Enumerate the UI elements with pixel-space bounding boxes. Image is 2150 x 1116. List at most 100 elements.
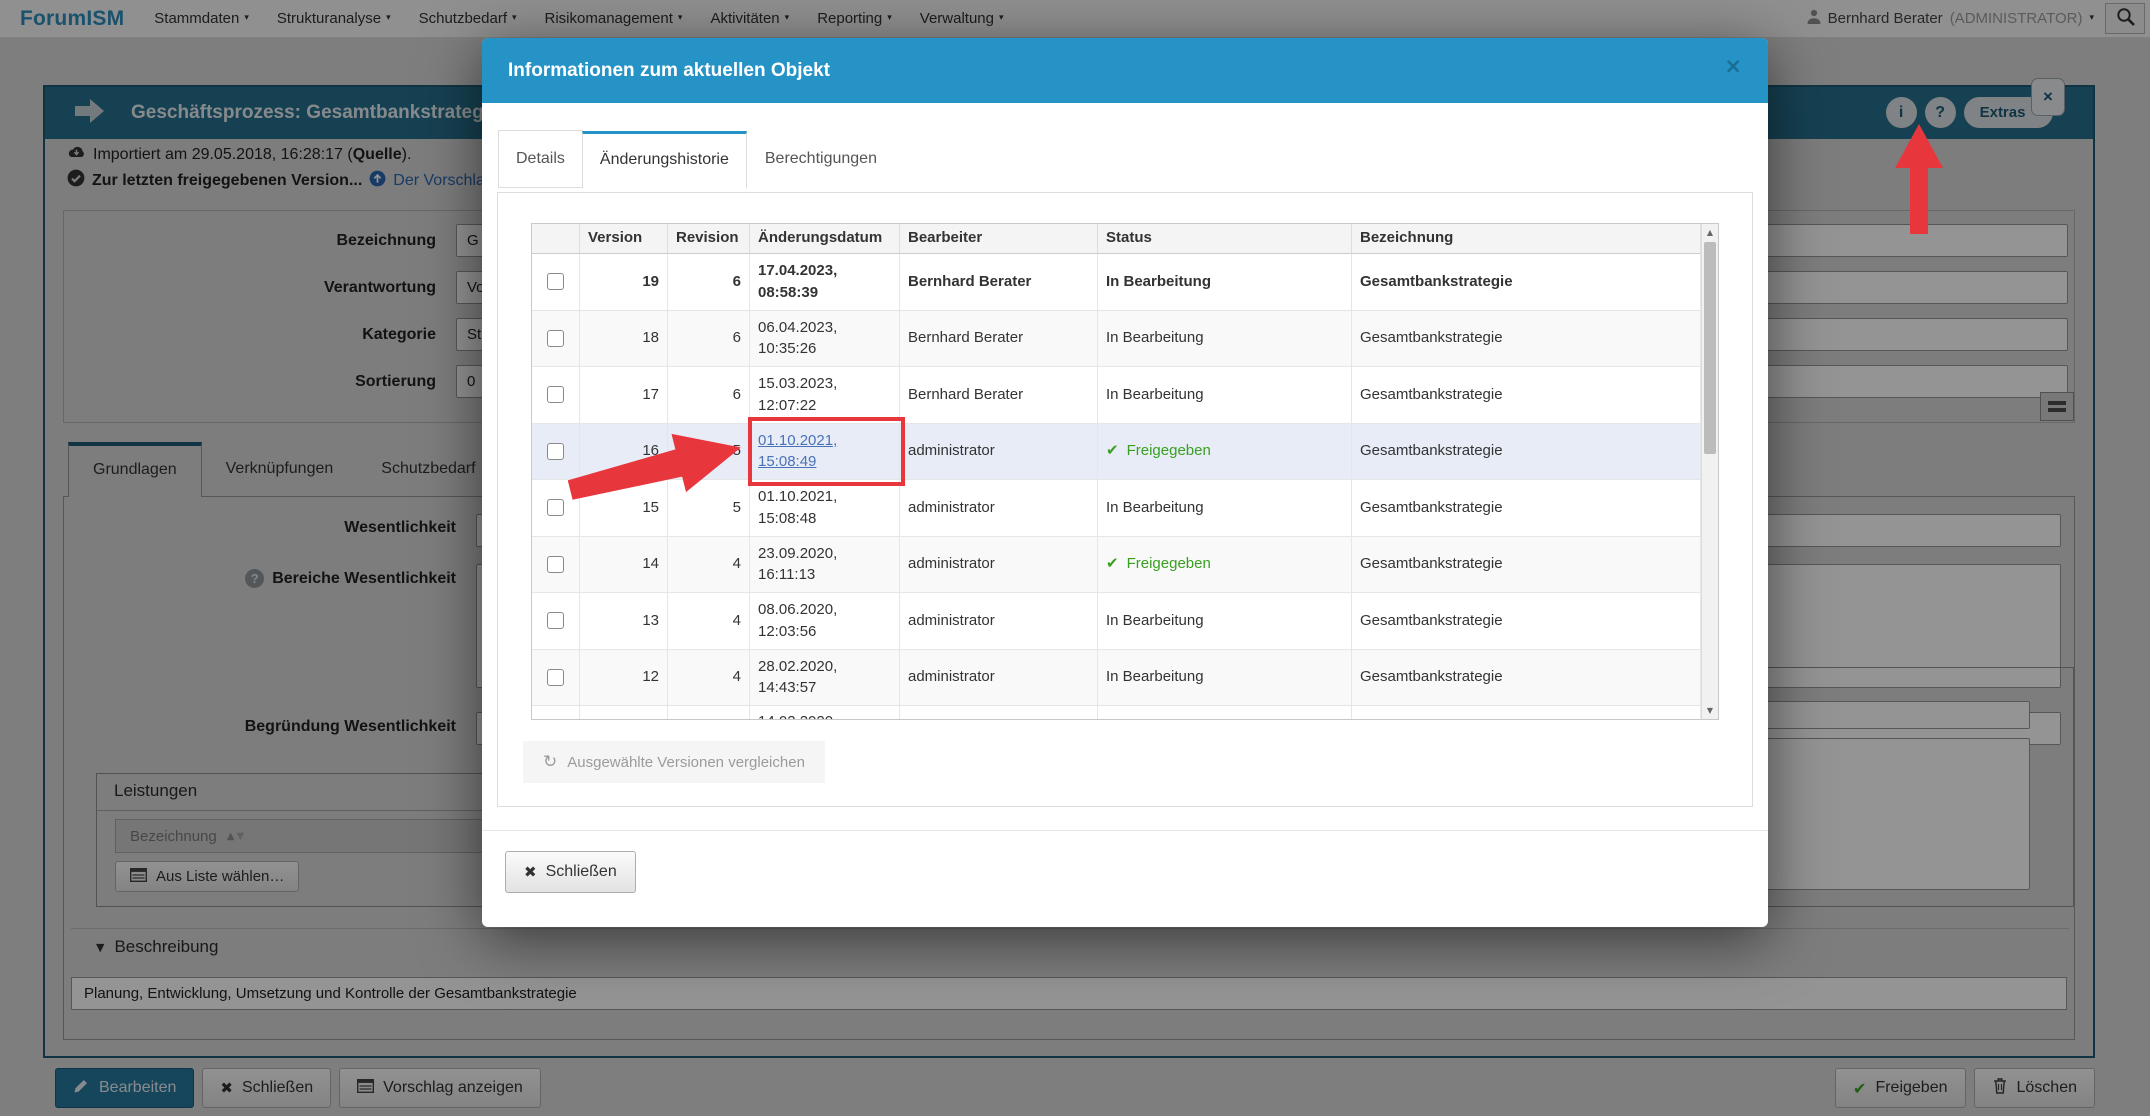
cell-version: 12 bbox=[580, 649, 668, 706]
row-checkbox[interactable] bbox=[547, 499, 564, 517]
cell-name: Gesamtbankstrategie bbox=[1352, 536, 1701, 593]
cell-name: Gesamtbankstrategie bbox=[1352, 310, 1701, 367]
modal-title: Informationen zum aktuellen Objekt bbox=[508, 59, 830, 81]
table-scrollbar[interactable]: ▲ ▼ bbox=[1701, 224, 1718, 719]
cell-name: Gesamtbankstrategie bbox=[1352, 480, 1701, 537]
cell-name: Gesamtbankstrategie bbox=[1352, 367, 1701, 424]
status-text: In Bearbeitung bbox=[1106, 668, 1204, 686]
table-row: 16 5 01.10.2021, 15:08:49 administrator … bbox=[532, 416, 1701, 486]
cell-date: 01.10.2021, 15:08:49 bbox=[748, 416, 905, 486]
history-table: Version Revision Änderungsdatum Bearbeiter S… bbox=[531, 223, 1719, 720]
column-header[interactable]: Bezeichnung bbox=[1352, 224, 1701, 254]
application-screen: ForumISM Stammdaten ▾ Strukturanalyse ▾ … bbox=[0, 0, 2150, 1116]
column-header[interactable]: Bearbeiter bbox=[900, 224, 1098, 254]
modal-close-button[interactable]: ✖ Schließen bbox=[505, 851, 636, 893]
cell-status: In Bearbeitung bbox=[1098, 480, 1352, 537]
cell-name: Gesamtbankstrategie bbox=[1352, 423, 1701, 480]
table-row: 15 5 01.10.2021, 15:08:48 administrator … bbox=[532, 480, 1701, 537]
modal-tab-änderungshistorie[interactable]: Änderungshistorie bbox=[581, 131, 747, 189]
column-header[interactable] bbox=[532, 224, 580, 254]
cell-status: ✔ Freigegeben bbox=[1098, 536, 1352, 593]
table-row: 17 6 15.03.2023, 12:07:22 Bernhard Berat… bbox=[532, 367, 1701, 424]
modal-close-icon[interactable]: × bbox=[1724, 56, 1742, 77]
cell-status: In Bearbeitung bbox=[1098, 593, 1352, 650]
cell-version: 14 bbox=[580, 536, 668, 593]
close-x-icon: ✖ bbox=[524, 863, 537, 881]
row-checkbox[interactable] bbox=[547, 386, 564, 404]
cell-editor: administrator bbox=[900, 480, 1098, 537]
cell-revision: 6 bbox=[668, 310, 750, 367]
table-row: 18 6 06.04.2023, 10:35:26 Bernhard Berat… bbox=[532, 310, 1701, 367]
cell-date: 08.06.2020, 12:03:56 bbox=[750, 593, 900, 650]
modal-tabs: Details Änderungshistorie Berechtigungen bbox=[498, 130, 895, 189]
scroll-down-icon[interactable]: ▼ bbox=[1702, 706, 1718, 715]
status-approved: ✔ Freigegeben bbox=[1106, 553, 1211, 575]
refresh-icon: ↻ bbox=[543, 752, 558, 772]
cell-editor: Bernhard Berater bbox=[900, 310, 1098, 367]
cell-date: 17.04.2023, 08:58:39 bbox=[750, 254, 900, 311]
cell-version: 18 bbox=[580, 310, 668, 367]
cell-date: 28.02.2020, 14:43:57 bbox=[750, 649, 900, 706]
row-checkbox[interactable] bbox=[547, 668, 564, 686]
cell-status: In Bearbeitung bbox=[1098, 367, 1352, 424]
column-header[interactable]: Version bbox=[580, 224, 668, 254]
cell-editor: Bernhard Berater bbox=[900, 367, 1098, 424]
check-icon: ✔ bbox=[1106, 554, 1119, 573]
modal-header: Informationen zum aktuellen Objekt × bbox=[482, 38, 1768, 103]
status-text: In Bearbeitung bbox=[1106, 329, 1204, 347]
cell-revision: 6 bbox=[668, 254, 750, 311]
cell-editor: administrator bbox=[900, 649, 1098, 706]
history-table-header: Version Revision Änderungsdatum Bearbeiter S… bbox=[532, 224, 1701, 254]
object-info-modal: Informationen zum aktuellen Objekt × Det… bbox=[482, 38, 1768, 927]
cell-date: 15.03.2023, 12:07:22 bbox=[750, 367, 900, 424]
cell-revision: 4 bbox=[668, 649, 750, 706]
modal-tab-berechtigungen[interactable]: Berechtigungen bbox=[747, 130, 895, 188]
modal-tab-content: Version Revision Änderungsdatum Bearbeiter S… bbox=[497, 192, 1753, 807]
revision-date-link[interactable]: 01.10.2021, 15:08:49 bbox=[758, 430, 891, 474]
compare-versions-button[interactable]: ↻ Ausgewählte Versionen vergleichen bbox=[523, 741, 825, 783]
status-text: In Bearbeitung bbox=[1106, 272, 1212, 290]
cell-status: In Bearbeitung bbox=[1098, 254, 1352, 311]
row-checkbox[interactable] bbox=[547, 442, 564, 460]
cell-revision: 6 bbox=[668, 367, 750, 424]
status-text: In Bearbeitung bbox=[1106, 385, 1204, 403]
column-header[interactable]: Revision bbox=[668, 224, 750, 254]
cell-name: Gesamtbankstrategie bbox=[1352, 649, 1701, 706]
cell-editor: administrator bbox=[900, 593, 1098, 650]
cell-version: 16 bbox=[580, 423, 668, 480]
row-checkbox[interactable] bbox=[547, 555, 564, 573]
cell-revision: 4 bbox=[668, 536, 750, 593]
cell-editor: Bernhard Berater bbox=[900, 254, 1098, 311]
scroll-up-icon[interactable]: ▲ bbox=[1702, 228, 1718, 237]
cell-status: In Bearbeitung bbox=[1098, 649, 1352, 706]
cell-editor: administrator bbox=[900, 536, 1098, 593]
cell-date: 01.10.2021, 15:08:48 bbox=[750, 480, 900, 537]
cell-revision: 5 bbox=[668, 423, 750, 480]
cell-version: 13 bbox=[580, 593, 668, 650]
check-icon: ✔ bbox=[1106, 441, 1119, 460]
table-row: 12 4 28.02.2020, 14:43:57 administrator … bbox=[532, 649, 1701, 706]
cell-status: In Bearbeitung bbox=[1098, 310, 1352, 367]
cell-date: 06.04.2023, 10:35:26 bbox=[750, 310, 900, 367]
status-text: In Bearbeitung bbox=[1106, 498, 1204, 516]
table-row: 13 4 08.06.2020, 12:03:56 administrator … bbox=[532, 593, 1701, 650]
row-checkbox[interactable] bbox=[547, 329, 564, 347]
table-row-partial: 14.02.2020, bbox=[532, 706, 1701, 719]
column-header[interactable]: Änderungsdatum bbox=[750, 224, 900, 254]
modal-tab-details[interactable]: Details bbox=[498, 130, 582, 188]
status-approved: ✔ Freigegeben bbox=[1106, 440, 1211, 462]
cell-name: Gesamtbankstrategie bbox=[1352, 593, 1701, 650]
cell-date: 23.09.2020, 16:11:13 bbox=[750, 536, 900, 593]
history-table-body: 19 6 17.04.2023, 08:58:39 Bernhard Berat… bbox=[532, 254, 1701, 719]
cell-editor: administrator bbox=[900, 423, 1098, 480]
cell-revision: 5 bbox=[668, 480, 750, 537]
column-header[interactable]: Status bbox=[1098, 224, 1352, 254]
table-row: 19 6 17.04.2023, 08:58:39 Bernhard Berat… bbox=[532, 254, 1701, 311]
scrollbar-thumb[interactable] bbox=[1704, 242, 1716, 454]
cell-version: 19 bbox=[580, 254, 668, 311]
cell-version: 17 bbox=[580, 367, 668, 424]
row-checkbox[interactable] bbox=[547, 612, 564, 630]
row-checkbox[interactable] bbox=[547, 273, 564, 291]
table-row: 14 4 23.09.2020, 16:11:13 administrator … bbox=[532, 536, 1701, 593]
cell-revision: 4 bbox=[668, 593, 750, 650]
